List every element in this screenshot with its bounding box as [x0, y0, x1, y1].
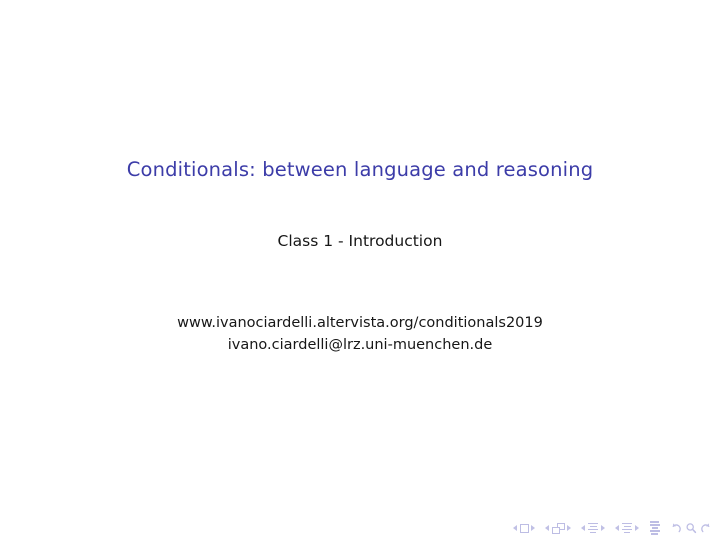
- frame-navigation-group[interactable]: [545, 522, 571, 534]
- document-icon[interactable]: [649, 521, 660, 535]
- previous-subsection-icon[interactable]: [581, 524, 585, 531]
- slide-navigation-group[interactable]: [513, 523, 535, 533]
- section-icon[interactable]: [622, 522, 633, 534]
- next-subsection-icon[interactable]: [601, 524, 605, 531]
- history-navigation-group[interactable]: [670, 522, 712, 534]
- page-title: Conditionals: between language and reaso…: [126, 158, 594, 181]
- title-block: Conditionals: between language and reaso…: [0, 158, 720, 182]
- back-icon[interactable]: [670, 522, 682, 534]
- subsection-navigation-group[interactable]: [581, 522, 605, 534]
- next-frame-icon[interactable]: [567, 525, 571, 531]
- contact-block: www.ivanociardelli.altervista.org/condit…: [0, 312, 720, 357]
- previous-slide-icon[interactable]: [513, 525, 517, 531]
- presentation-slide: Conditionals: between language and reaso…: [0, 0, 720, 541]
- forward-icon[interactable]: [700, 522, 712, 534]
- subtitle-block: Class 1 - Introduction: [0, 231, 720, 251]
- next-slide-icon[interactable]: [531, 525, 535, 531]
- previous-frame-icon[interactable]: [545, 525, 549, 531]
- next-section-icon[interactable]: [635, 524, 639, 531]
- section-navigation-group[interactable]: [615, 522, 639, 534]
- search-icon[interactable]: [685, 522, 697, 534]
- frame-icon[interactable]: [551, 522, 565, 534]
- previous-section-icon[interactable]: [615, 524, 619, 531]
- slide-icon[interactable]: [519, 523, 529, 533]
- subsection-icon[interactable]: [588, 522, 599, 534]
- document-navigation-group[interactable]: [649, 521, 660, 535]
- email-address: ivano.ciardelli@lrz.uni-muenchen.de: [227, 337, 493, 354]
- website-url: www.ivanociardelli.altervista.org/condit…: [177, 315, 543, 331]
- slide-subtitle: Class 1 - Introduction: [277, 232, 443, 250]
- beamer-navigation-bar[interactable]: [513, 518, 712, 538]
